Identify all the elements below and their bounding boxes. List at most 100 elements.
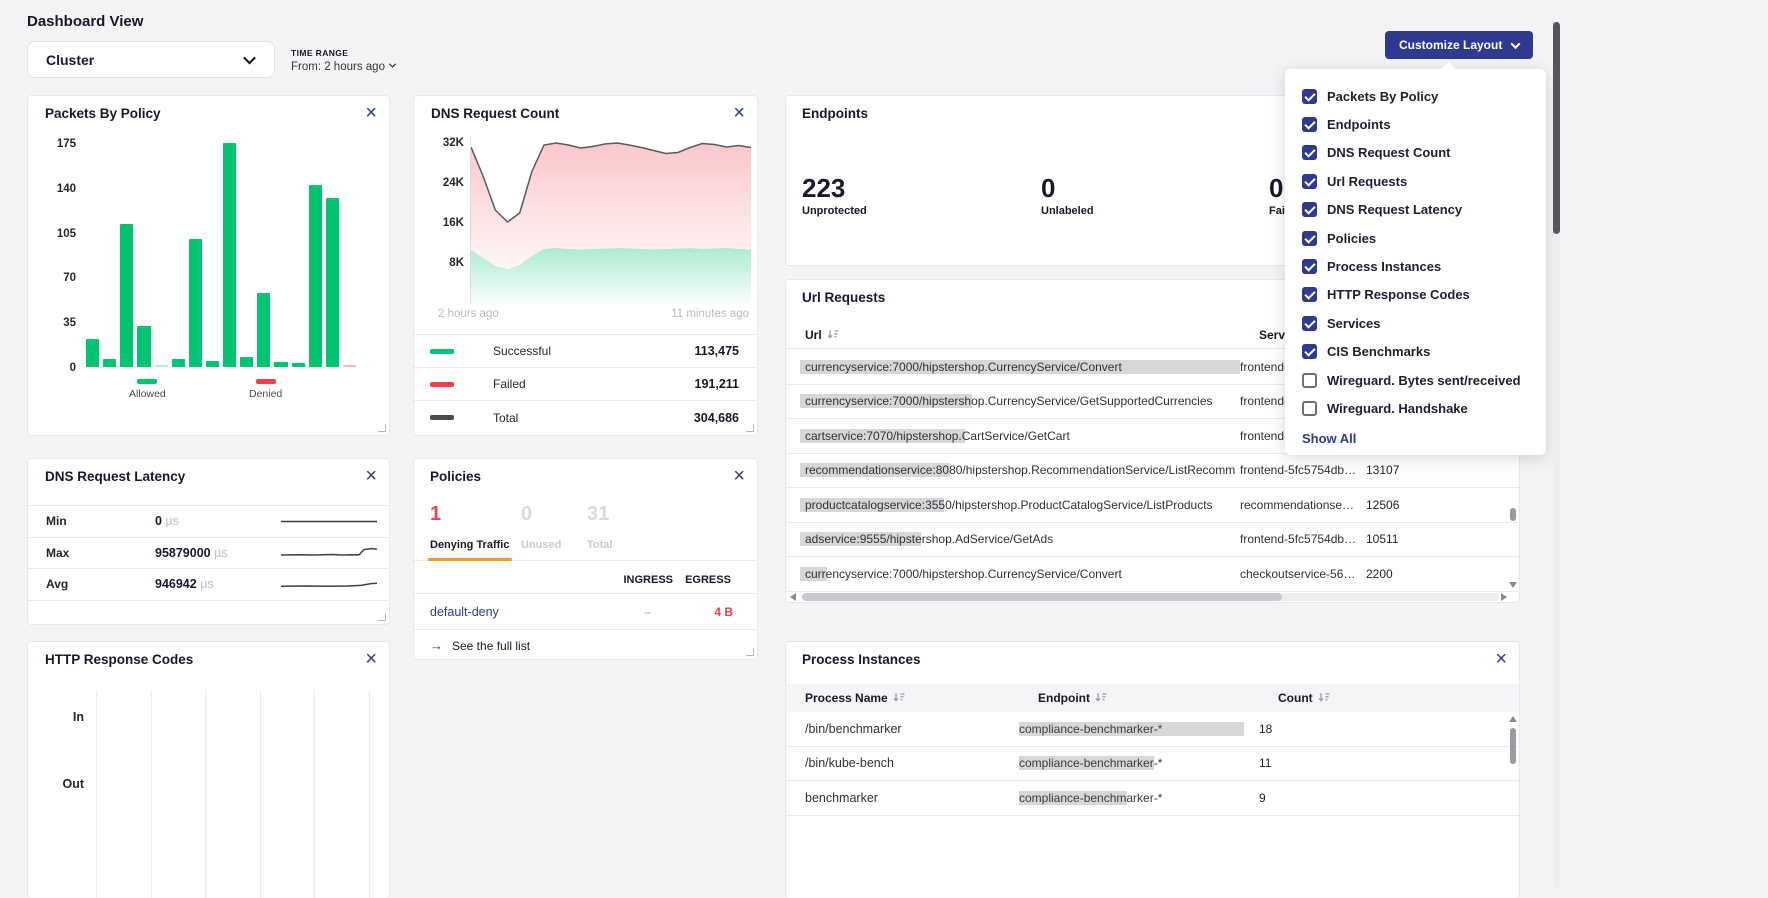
tab-denying-traffic[interactable]: Denying Traffic [430, 539, 509, 551]
checkbox-unchecked-icon[interactable] [1302, 401, 1317, 416]
table-row: default-deny – 4 B [414, 594, 757, 629]
menu-item-wireguard-handshake[interactable]: Wireguard. Handshake [1285, 394, 1546, 422]
policy-name-link[interactable]: default-deny [430, 605, 499, 619]
menu-item-url-requests[interactable]: Url Requests [1285, 167, 1546, 195]
menu-item-process-instances[interactable]: Process Instances [1285, 252, 1546, 280]
checkbox-checked-icon[interactable] [1302, 145, 1317, 160]
latency-row-min: Min0 µs [28, 506, 389, 538]
table-row[interactable]: recommendationservice:8080/hipstershop.R… [786, 454, 1519, 489]
horizontal-scrollbar[interactable] [802, 593, 1499, 601]
close-icon[interactable]: × [733, 465, 745, 487]
card-title: Endpoints [802, 106, 868, 121]
bar-segment[interactable] [292, 363, 305, 367]
table-row[interactable]: /bin/kube-benchcompliance-benchmarker-*1… [786, 747, 1519, 782]
close-icon[interactable]: × [1495, 648, 1507, 670]
vertical-scrollbar-thumb[interactable] [1510, 508, 1516, 521]
bar-segment[interactable] [343, 365, 356, 367]
bar-segment[interactable] [137, 326, 150, 367]
grid-line [151, 690, 152, 898]
service-cell: recommendationse… [1240, 498, 1366, 512]
time-range-text: From: 2 hours ago [291, 61, 385, 73]
menu-item-policies[interactable]: Policies [1285, 224, 1546, 252]
checkmark-icon [1304, 317, 1315, 328]
bar-segment[interactable] [240, 357, 253, 367]
close-icon[interactable]: × [733, 102, 745, 124]
scroll-down-icon[interactable] [1509, 582, 1517, 588]
scroll-up-icon[interactable] [1509, 716, 1517, 722]
checkbox-checked-icon[interactable] [1302, 174, 1317, 189]
column-header-process-name[interactable]: Process Name [805, 691, 1038, 705]
close-icon[interactable]: × [365, 102, 377, 124]
scroll-right-icon[interactable] [1501, 593, 1507, 601]
bar-segment[interactable] [257, 293, 270, 367]
checkbox-checked-icon[interactable] [1302, 316, 1317, 331]
checkbox-checked-icon[interactable] [1302, 202, 1317, 217]
checkbox-checked-icon[interactable] [1302, 259, 1317, 274]
menu-item-http-response-codes[interactable]: HTTP Response Codes [1285, 281, 1546, 309]
checkbox-checked-icon[interactable] [1302, 287, 1317, 302]
checkbox-checked-icon[interactable] [1302, 231, 1317, 246]
chevron-down-icon [1511, 39, 1521, 49]
column-header-label: Count [1278, 691, 1313, 705]
process-name-cell: /bin/kube-bench [786, 756, 1019, 770]
table-row[interactable]: adservice:9555/hipstershop.AdService/Get… [786, 523, 1519, 558]
show-all-link[interactable]: Show All [1302, 431, 1356, 446]
resize-handle-icon[interactable] [746, 648, 754, 656]
page-scrollbar-thumb[interactable] [1553, 22, 1560, 234]
menu-item-services[interactable]: Services [1285, 309, 1546, 337]
tab-total[interactable]: Total [587, 539, 612, 551]
customize-layout-menu: Packets By PolicyEndpointsDNS Request Co… [1285, 69, 1546, 455]
bar-segment[interactable] [155, 365, 168, 367]
menu-item-wireguard-bytes-sent-received[interactable]: Wireguard. Bytes sent/received [1285, 366, 1546, 394]
url-cell: adservice:9555/hipstershop.AdService/Get… [786, 532, 1240, 546]
bar-segment[interactable] [223, 143, 236, 367]
menu-item-label: Services [1327, 316, 1381, 331]
bar-segment[interactable] [326, 198, 339, 367]
customize-layout-button[interactable]: Customize Layout [1385, 31, 1533, 59]
bar-segment[interactable] [120, 224, 133, 367]
resize-handle-icon[interactable] [746, 424, 754, 432]
legend-item-denied: Denied [249, 379, 282, 400]
column-header-endpoint[interactable]: Endpoint [1038, 691, 1278, 705]
menu-item-packets-by-policy[interactable]: Packets By Policy [1285, 82, 1546, 110]
table-row[interactable]: benchmarkercompliance-benchmarker-*9 [786, 781, 1519, 816]
checkbox-checked-icon[interactable] [1302, 117, 1317, 132]
table-row[interactable]: /bin/benchmarkercompliance-benchmarker-*… [786, 712, 1519, 747]
see-full-list-link[interactable]: → See the full list [430, 638, 530, 653]
checkbox-unchecked-icon[interactable] [1302, 373, 1317, 388]
table-row[interactable]: productcatalogservice:3550/hipstershop.P… [786, 488, 1519, 523]
close-icon[interactable]: × [365, 465, 377, 487]
bar-segment[interactable] [206, 361, 219, 367]
menu-item-dns-request-latency[interactable]: DNS Request Latency [1285, 196, 1546, 224]
column-header-count[interactable]: Count [1278, 691, 1519, 705]
endpoint-cell: compliance-benchmarker-* [1019, 722, 1259, 736]
column-header-url[interactable]: Url [805, 328, 1259, 342]
page-scrollbar[interactable] [1553, 20, 1560, 888]
url-text: productcatalogservice:3550/hipstershop.P… [805, 498, 1213, 512]
legend-swatch [430, 382, 454, 387]
resize-handle-icon[interactable] [378, 424, 386, 432]
bar-segment[interactable] [309, 185, 322, 367]
bar-segment[interactable] [274, 362, 287, 367]
view-selector-dropdown[interactable]: Cluster [27, 41, 275, 78]
menu-item-dns-request-count[interactable]: DNS Request Count [1285, 139, 1546, 167]
menu-item-endpoints[interactable]: Endpoints [1285, 110, 1546, 138]
vertical-scrollbar-thumb[interactable] [1510, 728, 1516, 764]
scroll-left-icon[interactable] [790, 593, 796, 601]
close-icon[interactable]: × [365, 648, 377, 670]
legend-swatch [256, 379, 276, 384]
menu-item-label: HTTP Response Codes [1327, 287, 1470, 302]
card-dns-request-latency: DNS Request Latency × Min0 µsMax95879000… [27, 458, 390, 625]
resize-handle-icon[interactable] [378, 613, 386, 621]
time-range-value[interactable]: From: 2 hours ago [291, 61, 395, 73]
table-row[interactable]: currencyservice:7000/hipstershop.Currenc… [786, 557, 1519, 592]
bar-segment[interactable] [172, 359, 185, 367]
bar-segment[interactable] [103, 359, 116, 367]
bar-segment[interactable] [86, 339, 99, 367]
menu-item-cis-benchmarks[interactable]: CIS Benchmarks [1285, 338, 1546, 366]
horizontal-scrollbar-thumb[interactable] [802, 593, 1282, 601]
checkbox-checked-icon[interactable] [1302, 89, 1317, 104]
tab-unused[interactable]: Unused [521, 539, 561, 551]
checkbox-checked-icon[interactable] [1302, 344, 1317, 359]
bar-segment[interactable] [189, 239, 202, 367]
